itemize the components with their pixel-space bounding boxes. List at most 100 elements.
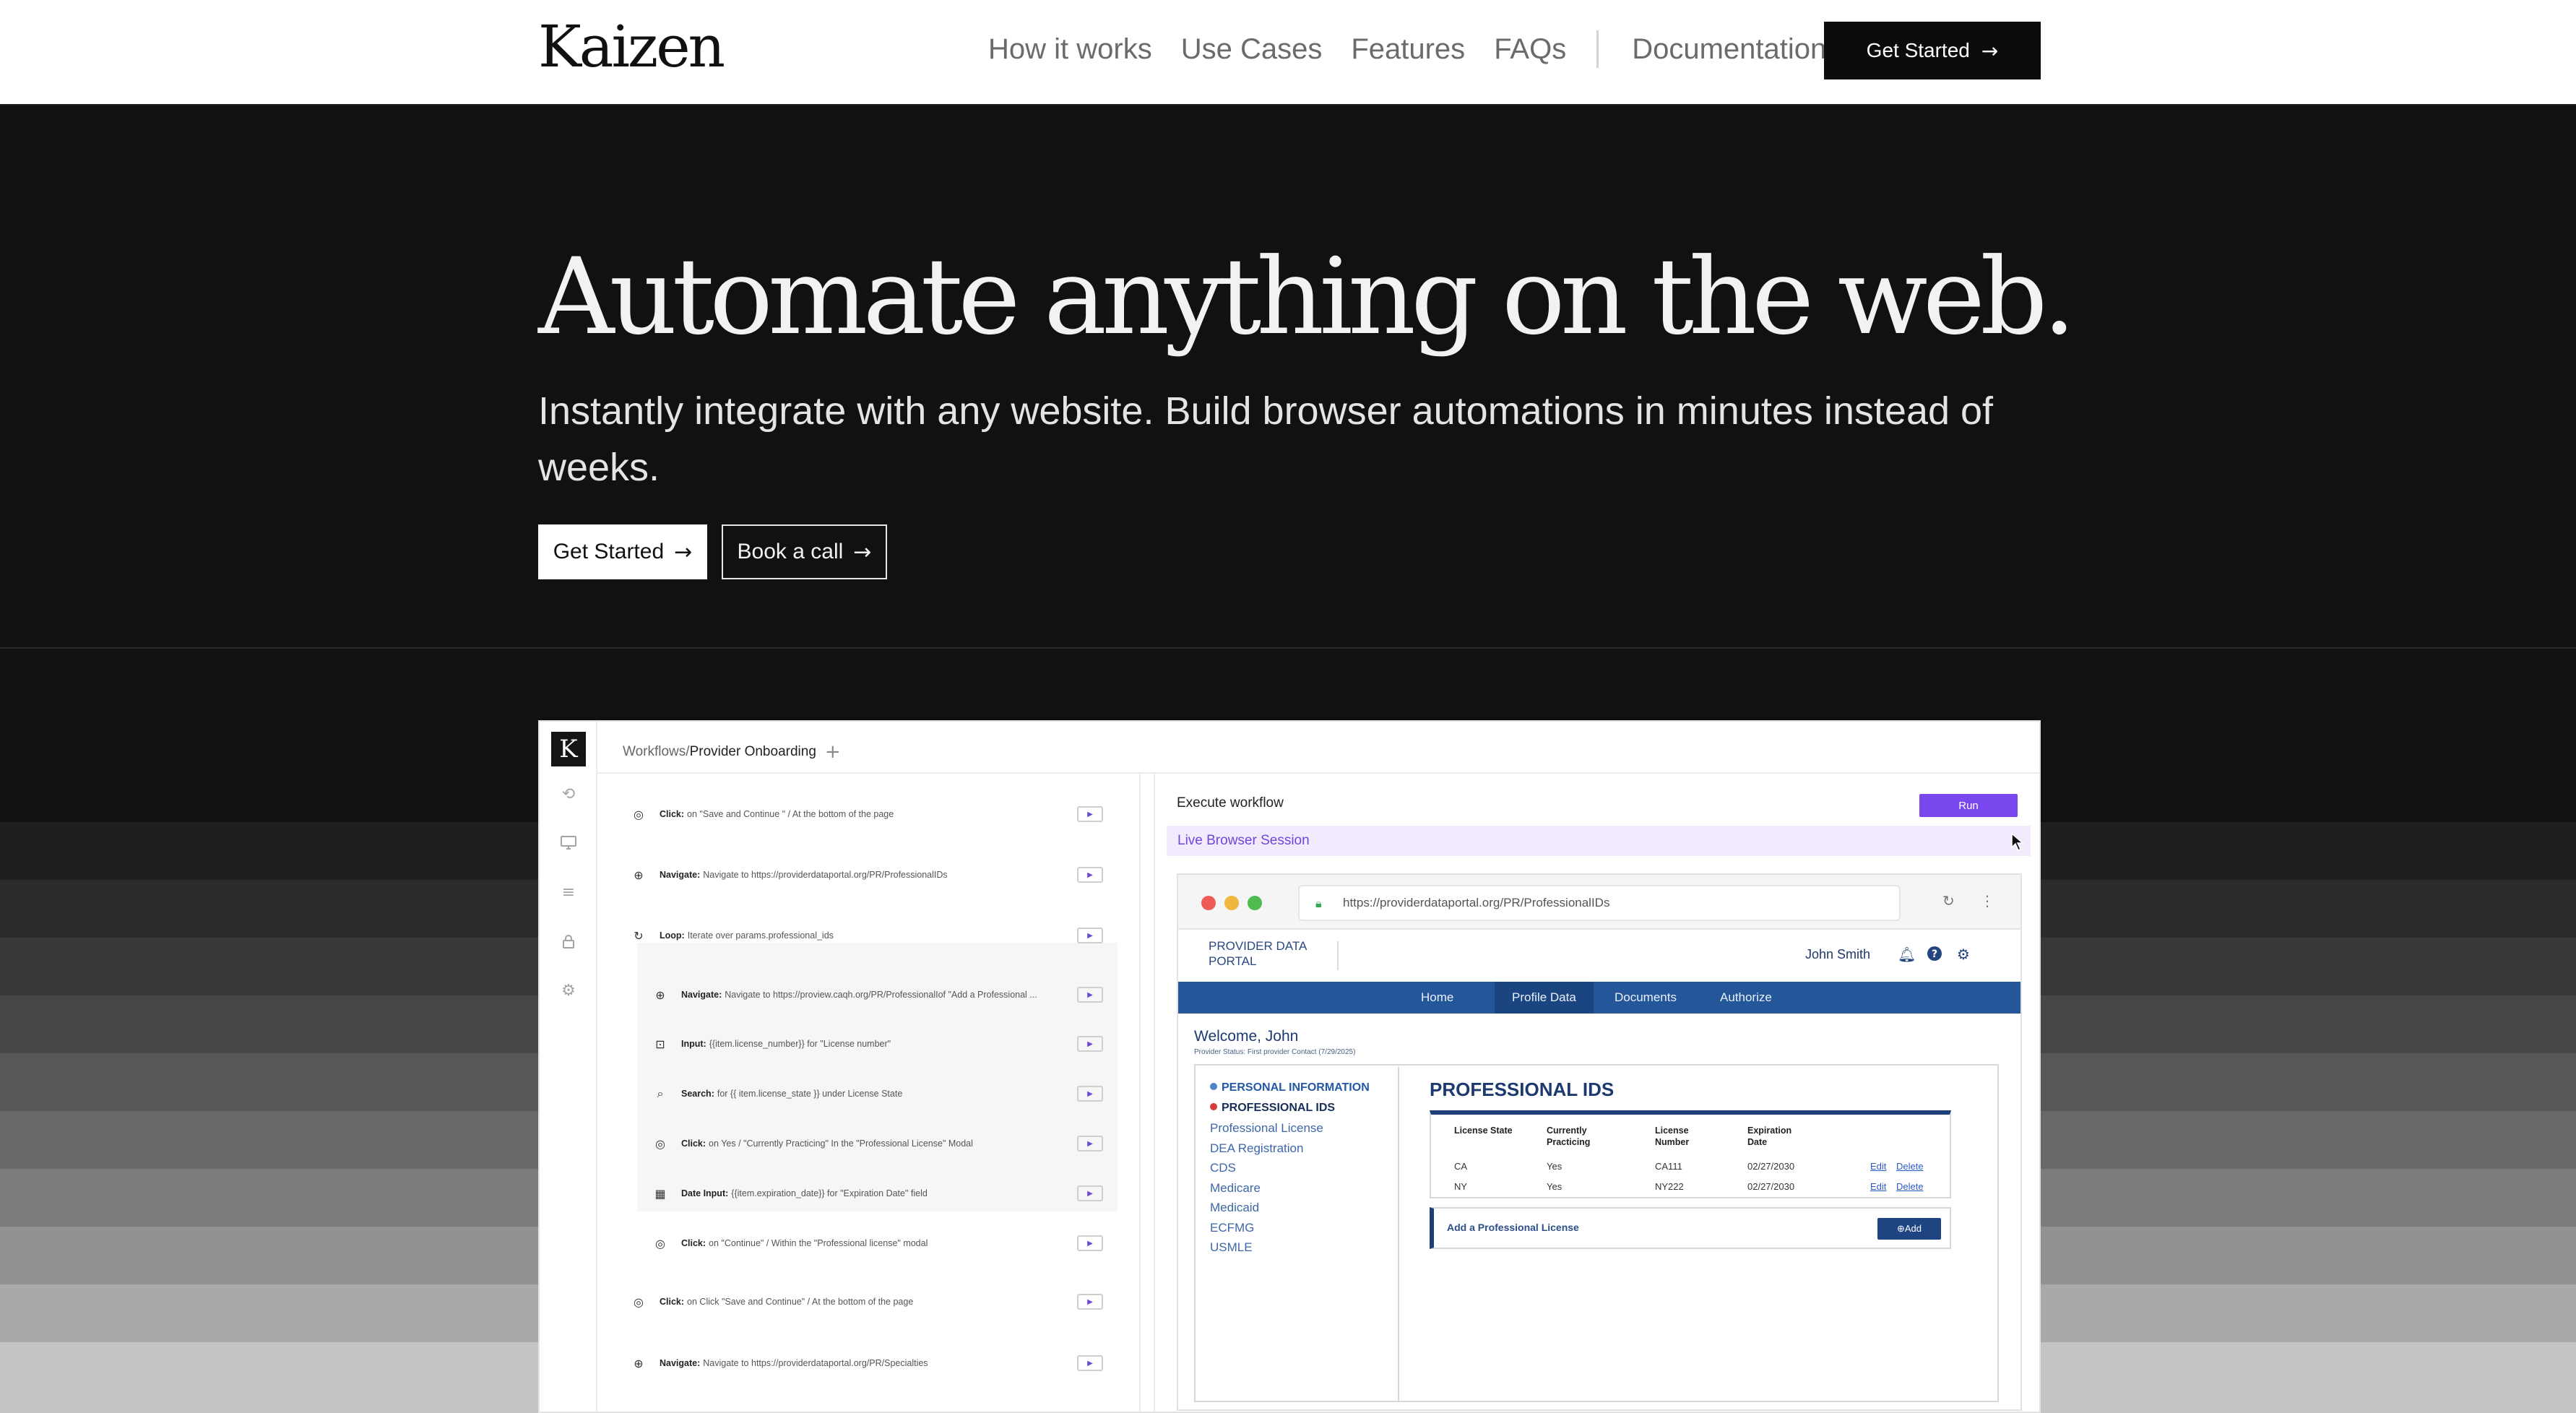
workflow-step[interactable]: ⊕ Navigate: Navigate to https://proview.ca… (652, 975, 1119, 1015)
nav-links: How it works Use Cases Features FAQs Doc… (988, 30, 1855, 68)
play-step-button[interactable]: ▶ (1077, 987, 1103, 1003)
profile-section-link[interactable]: PROFESSIONAL IDS (1210, 1102, 1335, 1115)
profile-section-link[interactable]: PERSONAL INFORMATION (1210, 1081, 1370, 1094)
edit-link[interactable]: Edit (1870, 1181, 1886, 1192)
step-text: on "Save and Continue " / At the bottom … (687, 809, 894, 819)
nav-link-features[interactable]: Features (1351, 33, 1465, 66)
workflow-step[interactable]: ◎ Click: on "Save and Continue " / At the … (631, 794, 1119, 834)
hero-get-started-button[interactable]: Get Started → (538, 524, 707, 579)
gear-icon[interactable]: ⚙ (558, 980, 579, 1001)
nav-link-documentation[interactable]: Documentation (1632, 33, 1826, 66)
book-a-call-button[interactable]: Book a call → (722, 524, 887, 579)
nav-link-how-it-works[interactable]: How it works (988, 33, 1152, 66)
cell-license-state: NY (1454, 1181, 1468, 1192)
nav-get-started-button[interactable]: Get Started → (1824, 22, 2041, 79)
play-step-button[interactable]: ▶ (1077, 1235, 1103, 1251)
cell-expiration: 02/27/2030 (1747, 1161, 1795, 1172)
workflow-step[interactable]: ◎ Click: on "Continue" / Within the "Profe… (652, 1223, 1119, 1263)
search-icon: ⌕ (657, 1086, 664, 1100)
more-icon[interactable]: ⋮ (1980, 892, 1994, 909)
play-step-button[interactable]: ▶ (1077, 1036, 1103, 1052)
add-license-button[interactable]: ⊕Add (1877, 1218, 1941, 1240)
globe-icon: ⊕ (634, 1356, 644, 1370)
bell-icon[interactable]: 🔔︎ (1898, 946, 1916, 963)
nav-link-use-cases[interactable]: Use Cases (1181, 33, 1323, 66)
portal-tab-authorize[interactable]: Authorize (1720, 982, 1772, 1014)
maximize-dot[interactable] (1248, 896, 1262, 910)
profile-section-link[interactable]: Medicaid (1210, 1201, 1259, 1215)
play-step-button[interactable]: ▶ (1077, 928, 1103, 943)
history-icon[interactable]: ⟲ (558, 784, 579, 804)
workflow-step[interactable]: ◎ Click: on Yes / "Currently Practicing" I… (652, 1123, 1119, 1164)
cursor-click-icon: ◎ (655, 1136, 665, 1151)
cell-license-number: NY222 (1655, 1181, 1684, 1192)
cell-expiration: 02/27/2030 (1747, 1181, 1795, 1192)
profile-section-label: ECFMG (1210, 1220, 1255, 1235)
workflow-step[interactable]: ⊡ Input: {{item.license_number}} for "Lice… (652, 1024, 1119, 1064)
delete-link[interactable]: Delete (1896, 1181, 1924, 1192)
lock-icon: 🔒︎ (1315, 896, 1322, 910)
step-kind: Click: (660, 809, 685, 819)
portal-tab-documents[interactable]: Documents (1615, 982, 1677, 1014)
profile-section-link[interactable]: Professional License (1210, 1121, 1323, 1136)
app-header: Workflows/Provider Onboarding + (597, 722, 2039, 774)
play-step-button[interactable]: ▶ (1077, 806, 1103, 822)
hero-subtitle: Instantly integrate with any website. Bu… (538, 389, 1994, 489)
workflow-step[interactable]: ▦ Date Input: {{item.expiration_date}} for… (652, 1173, 1119, 1214)
play-step-button[interactable]: ▶ (1077, 1294, 1103, 1310)
kaizen-logo[interactable]: Kaizen (538, 13, 725, 80)
settings-icon[interactable]: ⚙ (1957, 946, 1970, 963)
play-step-button[interactable]: ▶ (1077, 1185, 1103, 1201)
profile-section-link[interactable]: CDS (1210, 1161, 1236, 1175)
workflow-step[interactable]: ⊕ Navigate: Navigate to https://providerda… (631, 1343, 1119, 1383)
execute-panel: Execute workflow Run Live Browser Sessio… (1155, 774, 2039, 1412)
play-step-button[interactable]: ▶ (1077, 1136, 1103, 1151)
calendar-icon: ▦ (654, 1186, 666, 1201)
help-icon[interactable]: ? (1927, 946, 1942, 965)
play-step-button[interactable]: ▶ (1077, 1086, 1103, 1102)
breadcrumb-root[interactable]: Workflows/ (623, 744, 690, 759)
add-license-label: Add a Professional License (1447, 1222, 1579, 1233)
run-button[interactable]: Run (1919, 794, 2018, 817)
step-text: Navigate to https://providerdataportal.o… (703, 1358, 928, 1368)
nav-link-faqs[interactable]: FAQs (1494, 33, 1566, 66)
play-step-button[interactable]: ▶ (1077, 1355, 1103, 1371)
profile-section-link[interactable]: Medicare (1210, 1181, 1261, 1196)
app-logo[interactable]: K (551, 732, 586, 766)
step-text: Iterate over params.professional_ids (687, 930, 834, 941)
add-icon[interactable]: + (825, 741, 841, 763)
section-bullet-icon (1210, 1083, 1217, 1090)
portal-tab-home[interactable]: Home (1421, 982, 1453, 1014)
portal-name[interactable]: PROVIDER DATA PORTAL (1209, 938, 1339, 969)
workflow-step[interactable]: ⊕ Navigate: Navigate to https://providerda… (631, 855, 1119, 895)
workflow-step[interactable]: ↻ Loop: Iterate over params.professional_i… (631, 915, 1119, 956)
step-text: on Yes / "Currently Practicing" In the "… (709, 1138, 973, 1149)
step-text: {{item.license_number}} for "License num… (709, 1039, 891, 1049)
step-text: Navigate to https://proview.caqh.org/PR/… (725, 990, 1037, 1000)
list-icon[interactable]: ≡ (558, 882, 579, 902)
portal-user-name[interactable]: John Smith (1805, 947, 1870, 962)
portal-tab-profile-data[interactable]: Profile Data (1495, 982, 1594, 1014)
workflow-step[interactable]: ⌕ Search: for {{ item.license_state }} und… (652, 1073, 1119, 1114)
globe-icon: ⊕ (634, 868, 644, 882)
profile-section-link[interactable]: DEA Registration (1210, 1141, 1303, 1156)
profile-section-link[interactable]: USMLE (1210, 1240, 1253, 1255)
delete-link[interactable]: Delete (1896, 1161, 1924, 1172)
step-kind: Navigate: (660, 1358, 701, 1368)
lock-icon[interactable] (558, 931, 579, 951)
workflow-step[interactable]: ◎ Click: on Click "Save and Continue" / At… (631, 1282, 1119, 1322)
url-bar[interactable]: 🔒︎ https://providerdataportal.org/PR/Pro… (1298, 885, 1901, 921)
step-kind: Click: (681, 1138, 706, 1149)
edit-link[interactable]: Edit (1870, 1161, 1886, 1172)
close-dot[interactable] (1201, 896, 1216, 910)
input-icon: ⊡ (655, 1037, 665, 1051)
step-text: on Click "Save and Continue" / At the bo… (687, 1297, 914, 1307)
monitor-icon[interactable] (558, 833, 579, 853)
top-nav: Kaizen How it works Use Cases Features F… (0, 0, 2576, 104)
step-kind: Search: (681, 1089, 714, 1099)
minimize-dot[interactable] (1224, 896, 1239, 910)
profile-section-link[interactable]: ECFMG (1210, 1221, 1254, 1235)
add-license-card: Add a Professional License ⊕Add (1430, 1207, 1951, 1249)
play-step-button[interactable]: ▶ (1077, 867, 1103, 883)
reload-icon[interactable]: ↻ (1942, 892, 1955, 909)
